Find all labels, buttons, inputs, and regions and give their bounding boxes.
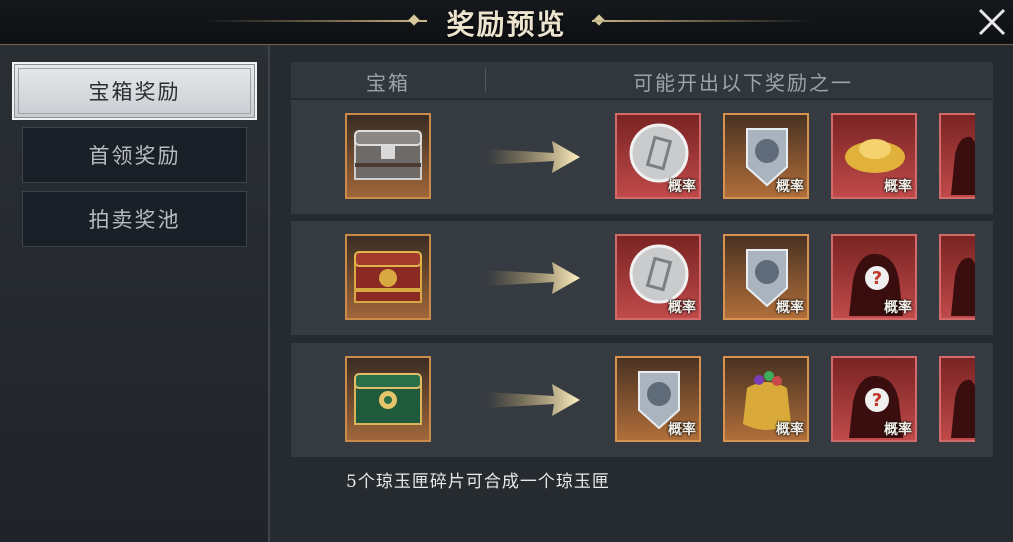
mystery-figure-icon[interactable]: ? 概率 bbox=[831, 356, 917, 442]
treasure-bag-icon[interactable]: 概率 bbox=[723, 356, 809, 442]
tab-chest-rewards[interactable]: 宝箱奖励 bbox=[12, 62, 257, 120]
probability-label: 概率 bbox=[668, 422, 696, 438]
reward-table-header: 宝箱 可能开出以下奖励之一 bbox=[291, 62, 993, 98]
svg-text:?: ? bbox=[872, 390, 882, 411]
title-bar: 奖励预览 bbox=[0, 0, 1013, 45]
probability-label: 概率 bbox=[668, 300, 696, 316]
gold-ingot-icon[interactable]: 概率 bbox=[831, 113, 917, 199]
header-divider bbox=[485, 68, 486, 92]
close-icon bbox=[978, 8, 1006, 36]
probability-label: 概率 bbox=[776, 300, 804, 316]
header-rewards: 可能开出以下奖励之一 bbox=[633, 71, 853, 95]
arrow-right-icon bbox=[486, 141, 580, 173]
arrow-right-icon bbox=[486, 262, 580, 294]
probability-label: 概率 bbox=[884, 422, 912, 438]
reward-row: 概率 概率 概率 bbox=[291, 100, 993, 214]
svg-text:?: ? bbox=[872, 268, 882, 289]
mystery-figure-icon[interactable] bbox=[939, 356, 975, 442]
sidebar: 宝箱奖励 首领奖励 拍卖奖池 bbox=[0, 45, 270, 542]
footer-note: 5个琼玉匣碎片可合成一个琼玉匣 bbox=[346, 472, 610, 492]
probability-label: 概率 bbox=[776, 179, 804, 195]
mystery-figure-icon[interactable]: ? 概率 bbox=[831, 234, 917, 320]
silver-token-icon[interactable]: 概率 bbox=[615, 113, 701, 199]
red-gold-chest-icon[interactable] bbox=[345, 234, 431, 320]
probability-label: 概率 bbox=[884, 179, 912, 195]
silver-chest-icon[interactable] bbox=[345, 113, 431, 199]
title-ornament-right bbox=[592, 20, 814, 22]
window-title: 奖励预览 bbox=[446, 8, 567, 41]
probability-label: 概率 bbox=[668, 179, 696, 195]
close-button[interactable] bbox=[972, 4, 1010, 40]
reward-row: 概率 概率 ? 概率 bbox=[291, 343, 993, 457]
silver-crest-icon[interactable]: 概率 bbox=[723, 234, 809, 320]
mystery-figure-icon[interactable] bbox=[939, 113, 975, 199]
probability-label: 概率 bbox=[884, 300, 912, 316]
silver-crest-icon[interactable]: 概率 bbox=[723, 113, 809, 199]
silver-token-icon[interactable]: 概率 bbox=[615, 234, 701, 320]
jade-chest-icon[interactable] bbox=[345, 356, 431, 442]
mystery-figure-icon[interactable] bbox=[939, 234, 975, 320]
tab-boss-rewards[interactable]: 首领奖励 bbox=[22, 127, 247, 183]
header-chest: 宝箱 bbox=[366, 71, 410, 95]
probability-label: 概率 bbox=[776, 422, 804, 438]
reward-row: 概率 概率 ? 概率 bbox=[291, 221, 993, 335]
tab-auction-pool[interactable]: 拍卖奖池 bbox=[22, 191, 247, 247]
silver-crest-icon[interactable]: 概率 bbox=[615, 356, 701, 442]
arrow-right-icon bbox=[486, 384, 580, 416]
